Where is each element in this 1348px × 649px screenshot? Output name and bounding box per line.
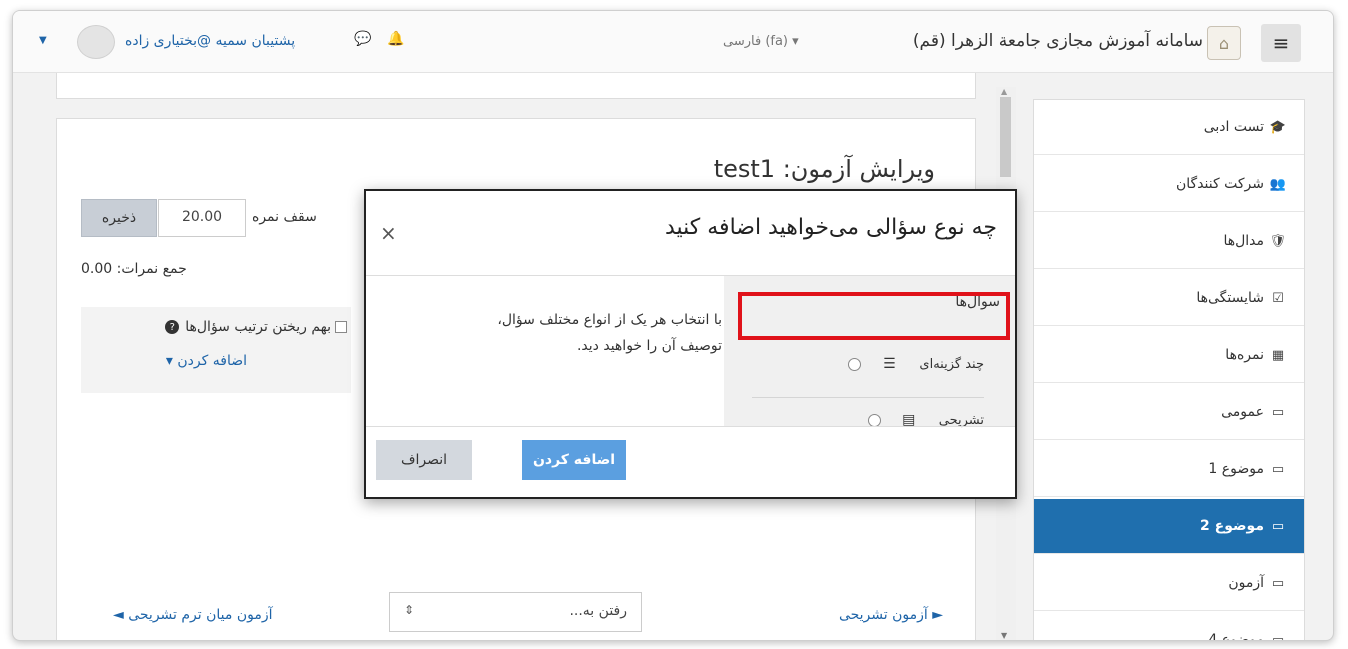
jump-to-text: رفتن به... (569, 603, 627, 619)
sidebar-item-competencies[interactable]: ☑ شایستگی‌ها (1034, 271, 1304, 326)
add-menu[interactable]: اضافه کردن ▾ (166, 353, 247, 369)
prev-activity-link[interactable]: آزمون میان ترم تشریحی ◄ (113, 607, 273, 623)
sidebar-item-topic-4[interactable]: ▭ موضوع 4 (1034, 613, 1304, 641)
radio-button[interactable] (848, 357, 862, 371)
jump-to-select[interactable]: رفتن به... ⇕ (389, 592, 642, 632)
sidebar-item-label: آزمون (1228, 575, 1264, 591)
sidebar-item-label: موضوع 4 (1208, 632, 1264, 641)
folder-icon: ▭ (1271, 575, 1285, 591)
dialog-title: چه نوع سؤالی می‌خواهید اضافه کنید (664, 215, 997, 240)
shuffle-label: بهم ریختن ترتیب سؤال‌ها (185, 319, 331, 335)
sidebar-item-general[interactable]: ▭ عمومی (1034, 385, 1304, 440)
add-button[interactable]: اضافه کردن (522, 440, 626, 480)
shuffle-control: بهم ریختن ترتیب سؤال‌ها ? (165, 319, 347, 335)
sidebar-item-participants[interactable]: 👥 شرکت کنندگان (1034, 157, 1304, 212)
folder-icon: ▭ (1271, 404, 1285, 420)
check-square-icon: ☑ (1272, 290, 1284, 306)
sidebar-item-grades[interactable]: ▦ نمره‌ها (1034, 328, 1304, 383)
sidebar-item-course[interactable]: 🎓 تست ادبی (1034, 100, 1304, 155)
top-navbar: ≡ ⌂ سامانه آموزش مجازی جامعة الزهرا (قم)… (13, 11, 1333, 73)
next-activity-link[interactable]: ► آزمون تشریحی (839, 607, 943, 623)
sidebar-item-label: مدال‌ها (1223, 233, 1264, 249)
question-type-list: سوال‌ها چند گزینه‌ای ☰ تشریحی ▤ (724, 276, 1015, 428)
folder-icon: ▭ (1271, 632, 1285, 641)
shield-icon: 🛡 (1269, 233, 1286, 249)
graduation-cap-icon: 🎓 (1269, 119, 1286, 135)
site-logo[interactable]: ⌂ (1207, 26, 1241, 60)
list-icon: ☰ (883, 356, 896, 372)
close-icon[interactable]: × (380, 221, 397, 245)
total-grades: جمع نمرات: 0.00 (81, 261, 187, 277)
sidebar-item-label: تست ادبی (1203, 119, 1264, 135)
sidebar-item-label: شایستگی‌ها (1196, 290, 1264, 306)
scroll-up-icon[interactable]: ▲ (1001, 87, 1007, 96)
sidebar-item-label: موضوع 1 (1208, 461, 1264, 477)
users-icon: 👥 (1269, 176, 1286, 192)
section-box: بهم ریختن ترتیب سؤال‌ها ? اضافه کردن ▾ (81, 307, 351, 393)
chat-icon[interactable]: 💬 (354, 31, 371, 47)
course-nav-drawer: 🎓 تست ادبی 👥 شرکت کنندگان 🛡 مدال‌ها ☑ شا… (1033, 99, 1305, 641)
description-line: با انتخاب هر یک از انواع مختلف سؤال، (497, 312, 722, 328)
highlight-box (738, 292, 1010, 340)
select-arrows-icon: ⇕ (404, 603, 415, 617)
table-icon: ▦ (1271, 347, 1285, 363)
scrollbar-thumb[interactable] (1000, 97, 1011, 177)
dialog-footer: اضافه کردن انصراف (366, 426, 1015, 497)
sidebar-item-label: شرکت کنندگان (1176, 176, 1264, 192)
language-menu[interactable]: فارسی (fa) ▾ (723, 34, 799, 49)
question-type-dialog: چه نوع سؤالی می‌خواهید اضافه کنید × سوال… (364, 189, 1017, 499)
question-type-description: با انتخاب هر یک از انواع مختلف سؤال، توص… (458, 307, 722, 359)
bell-icon[interactable]: 🔔 (387, 31, 404, 47)
question-option-multichoice[interactable]: چند گزینه‌ای ☰ (752, 348, 984, 380)
avatar[interactable] (77, 25, 115, 59)
user-name[interactable]: پشتیبان سمیه @بختیاری زاده (125, 33, 295, 49)
top-card (56, 73, 976, 99)
scroll-down-icon[interactable]: ▼ (1001, 631, 1007, 640)
sidebar-item-quiz[interactable]: ▭ آزمون (1034, 556, 1304, 611)
sidebar-item-topic-1[interactable]: ▭ موضوع 1 (1034, 442, 1304, 497)
shuffle-checkbox[interactable] (335, 321, 347, 333)
browser-frame: ≡ ⌂ سامانه آموزش مجازی جامعة الزهرا (قم)… (12, 10, 1334, 641)
folder-icon: ▭ (1271, 461, 1285, 477)
hamburger-icon[interactable]: ≡ (1261, 24, 1301, 62)
radio-button[interactable] (867, 413, 881, 427)
save-button[interactable]: ذخیره (81, 199, 157, 237)
user-menu-caret-icon[interactable]: ▼ (39, 35, 47, 46)
page-title: ویرایش آزمون: test1 (713, 155, 935, 183)
sidebar-item-label: عمومی (1221, 404, 1264, 420)
sidebar-item-topic-2[interactable]: ▭ موضوع 2 (1034, 499, 1304, 554)
option-label: چند گزینه‌ای (919, 356, 984, 372)
help-icon[interactable]: ? (165, 320, 180, 334)
description-line: توصیف آن را خواهید دید. (576, 338, 722, 354)
sidebar-item-label: موضوع 2 (1200, 518, 1264, 534)
cancel-button[interactable]: انصراف (376, 440, 472, 480)
option-divider (752, 397, 984, 398)
sidebar-item-badges[interactable]: 🛡 مدال‌ها (1034, 214, 1304, 269)
site-name[interactable]: سامانه آموزش مجازی جامعة الزهرا (قم) (913, 31, 1203, 51)
max-grade-input[interactable]: 20.00 (158, 199, 246, 237)
folder-icon: ▭ (1271, 518, 1285, 534)
max-grade-label: سقف نمره (252, 209, 317, 225)
sidebar-item-label: نمره‌ها (1225, 347, 1264, 363)
